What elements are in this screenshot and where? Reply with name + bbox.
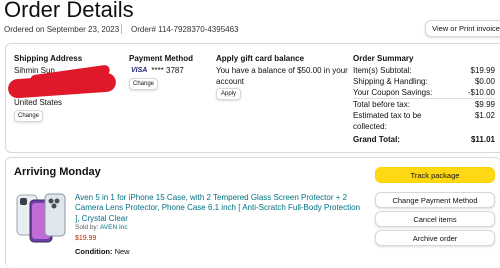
product-price: $19.99 (75, 235, 97, 242)
shipping-country: United States (14, 98, 63, 107)
shipping-heading: Shipping Address (14, 54, 83, 63)
grand-total-row: Grand Total: $11.01 (353, 135, 495, 144)
order-date: Ordered on September 23, 2023 (4, 25, 120, 34)
payment-heading: Payment Method (129, 54, 194, 63)
archive-order-button[interactable]: Archive order (375, 230, 495, 246)
summary-row: Shipping & Handling: $0.00 (353, 77, 495, 86)
change-address-button[interactable]: Change (14, 110, 43, 122)
summary-row: Your Coupon Savings: -$10.00 (353, 88, 495, 97)
summary-row: Estimated tax to be $1.02 (353, 111, 495, 120)
sold-by: Sold by: AVEN Inc (75, 224, 128, 231)
phone-case-icon (16, 193, 66, 243)
order-number: Order# 114-7928370-4395463 (131, 25, 239, 34)
product-title-link[interactable]: Aven 5 in 1 for iPhone 15 Case, with 2 T… (75, 193, 365, 224)
apply-gift-card-button[interactable]: Apply (216, 88, 241, 100)
page-title: Order Details (4, 0, 134, 22)
summary-row: collected: (353, 122, 387, 131)
meta-divider (121, 24, 122, 34)
condition: Condition: New (75, 247, 130, 256)
gift-card-balance-line1: You have a balance of $50.00 in your (216, 66, 348, 75)
card-last4: **** 3787 (151, 66, 184, 75)
summary-row: Item(s) Subtotal: $19.99 (353, 66, 495, 75)
arrival-heading: Arriving Monday (14, 166, 101, 178)
seller-link[interactable]: AVEN Inc (100, 224, 128, 231)
order-summary-heading: Order Summary (353, 54, 414, 63)
change-payment-method-button[interactable]: Change Payment Method (375, 192, 495, 208)
gift-card-balance-line2: account (216, 77, 245, 86)
payment-card: VISA **** 3787 (131, 66, 184, 75)
cancel-items-button[interactable]: Cancel items (375, 211, 495, 227)
summary-divider (353, 98, 495, 99)
product-image[interactable] (15, 192, 67, 244)
change-payment-button[interactable]: Change (129, 78, 158, 90)
summary-row: Total before tax: $9.99 (353, 100, 495, 109)
view-invoice-button[interactable]: View or Print invoice (425, 20, 500, 37)
gift-card-heading: Apply gift card balance (216, 54, 305, 63)
visa-icon: VISA (131, 67, 148, 74)
track-package-button[interactable]: Track package (375, 167, 495, 183)
